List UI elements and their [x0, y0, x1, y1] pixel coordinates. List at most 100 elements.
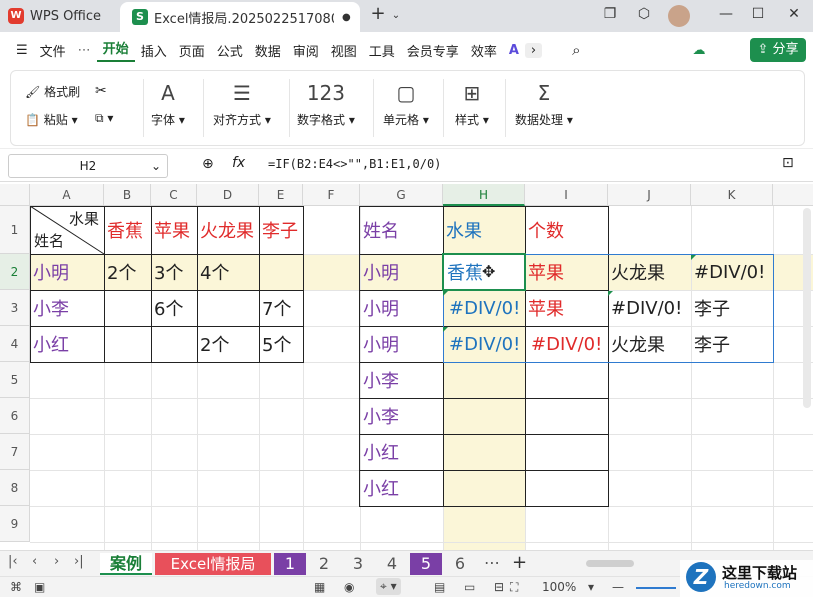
cell-h4[interactable]: #DIV/0! [446, 326, 520, 362]
column-header-g[interactable]: G [360, 184, 443, 206]
search-icon[interactable]: ⌕ [566, 41, 586, 59]
fullscreen-icon[interactable]: ⛶ [510, 580, 518, 595]
cell-a1-name[interactable]: 姓名 [31, 230, 64, 251]
cube-icon[interactable]: ⬡ [634, 6, 654, 22]
cell-k3[interactable]: 李子 [691, 290, 730, 326]
new-tab-icon[interactable]: + [368, 3, 388, 24]
menu-home[interactable]: 开始 [96, 38, 135, 62]
cell-k2[interactable]: #DIV/0! [691, 254, 765, 290]
menu-efficiency[interactable]: 效率 [465, 41, 503, 60]
menu-file[interactable]: 文件 [34, 41, 72, 60]
number-format-button[interactable]: 123 数字格式 ▾ [297, 81, 355, 128]
tab-excel-file[interactable]: S Excel情报局.202502251708001 ● [120, 2, 360, 32]
zoom-dropdown-icon[interactable]: ▾ [588, 580, 594, 594]
row-header-4[interactable]: 4 [0, 326, 30, 362]
cell-g8[interactable]: 小红 [360, 470, 399, 506]
ai-icon[interactable]: A [503, 43, 525, 58]
menu-insert[interactable]: 插入 [135, 41, 173, 60]
menu-view[interactable]: 视图 [325, 41, 363, 60]
cell-e4[interactable]: 5个 [259, 326, 291, 362]
data-processing-button[interactable]: Σ 数据处理 ▾ [515, 81, 573, 128]
cell-i4[interactable]: #DIV/0! [528, 326, 602, 362]
column-header-k[interactable]: K [691, 184, 773, 206]
cell-e3[interactable]: 7个 [259, 290, 291, 326]
cell-g4[interactable]: 小明 [360, 326, 399, 362]
zoom-formula-icon[interactable]: ⊕ [202, 156, 214, 172]
next-sheet-icon[interactable]: › [54, 554, 59, 569]
column-header-d[interactable]: D [197, 184, 259, 206]
page-break-icon[interactable]: ▭ [464, 580, 475, 594]
row-header-9[interactable]: 9 [0, 506, 30, 542]
prev-sheet-icon[interactable]: ‹ [32, 554, 37, 569]
column-header-b[interactable]: B [104, 184, 151, 206]
cell-j3[interactable]: #DIV/0! [608, 290, 682, 326]
sheet-tab-3[interactable]: 3 [342, 553, 374, 575]
menu-tools[interactable]: 工具 [363, 41, 401, 60]
align-button[interactable]: ☰ 对齐方式 ▾ [213, 81, 271, 128]
sheet-tab-2[interactable]: 2 [308, 553, 340, 575]
window-restore-icon[interactable]: ❐ [600, 6, 620, 22]
cell-a4[interactable]: 小红 [30, 326, 69, 362]
sheet-tab-1[interactable]: 1 [274, 553, 306, 575]
column-header-j[interactable]: J [608, 184, 691, 206]
menu-page[interactable]: 页面 [173, 41, 211, 60]
cloud-sync-icon[interactable]: ☁ [687, 43, 712, 58]
cell-a2[interactable]: 小明 [30, 254, 69, 290]
menu-data[interactable]: 数据 [249, 41, 287, 60]
paste-button[interactable]: 📋 粘贴 ▾ [25, 111, 78, 128]
cell-d2[interactable]: 4个 [197, 254, 229, 290]
row-header-6[interactable]: 6 [0, 398, 30, 434]
cell-g2[interactable]: 小明 [360, 254, 399, 290]
cell-i3[interactable]: 苹果 [525, 290, 564, 326]
add-sheet-icon[interactable]: + [512, 552, 527, 573]
more-icon[interactable]: ⋯ [72, 43, 97, 58]
cell-i1[interactable]: 个数 [525, 206, 564, 254]
select-all-corner[interactable] [0, 184, 30, 206]
menu-formula[interactable]: 公式 [211, 41, 249, 60]
horizontal-scrollbar[interactable] [586, 560, 634, 567]
cell-g6[interactable]: 小李 [360, 398, 399, 434]
cell-j2[interactable]: 火龙果 [608, 254, 665, 290]
hamburger-icon[interactable]: ☰ [10, 43, 34, 58]
row-header-7[interactable]: 7 [0, 434, 30, 470]
reading-view-icon[interactable]: ⊟ [494, 580, 504, 594]
focus-mode-icon[interactable]: ⌖ ▾ [376, 578, 401, 595]
cell-a3[interactable]: 小李 [30, 290, 69, 326]
sheet-tab-5[interactable]: 5 [410, 553, 442, 575]
zoom-level[interactable]: 100% [542, 580, 576, 594]
cell-a1-fruit[interactable]: 水果 [66, 208, 99, 229]
more-sheets-icon[interactable]: ⋯ [484, 553, 500, 572]
row-header-1[interactable]: 1 [0, 206, 30, 254]
vertical-scrollbar[interactable] [803, 208, 811, 408]
cell-h3[interactable]: #DIV/0! [446, 290, 520, 326]
cell-b2[interactable]: 2个 [104, 254, 136, 290]
column-header-i[interactable]: I [525, 184, 608, 206]
column-header-h[interactable]: H [443, 184, 525, 206]
minimize-icon[interactable]: — [716, 6, 736, 22]
close-icon[interactable]: ✕ [784, 6, 804, 22]
last-sheet-icon[interactable]: ›| [74, 554, 84, 569]
avatar[interactable] [668, 5, 690, 27]
cell-g3[interactable]: 小明 [360, 290, 399, 326]
cell-h1[interactable]: 水果 [443, 206, 482, 254]
cell-button[interactable]: ▢ 单元格 ▾ [383, 81, 429, 128]
column-header-f[interactable]: F [303, 184, 360, 206]
formula-input[interactable]: =IF(B2:E4<>"",B1:E1,0/0) [268, 157, 441, 171]
function-icon[interactable]: fx [232, 155, 245, 171]
chevron-down-icon[interactable]: ⌄ [386, 10, 406, 21]
cell-e1[interactable]: 李子 [259, 206, 298, 254]
cell-d1[interactable]: 火龙果 [197, 206, 254, 254]
macro-icon[interactable]: ⌘ [10, 580, 22, 594]
sheet-tab-case[interactable]: 案例 [100, 553, 152, 575]
sheet-tab-excel[interactable]: Excel情报局 [155, 553, 271, 575]
menu-member[interactable]: 会员专享 [401, 41, 465, 60]
sheet-tab-4[interactable]: 4 [376, 553, 408, 575]
cell-j4[interactable]: 火龙果 [608, 326, 665, 362]
row-header-8[interactable]: 8 [0, 470, 30, 506]
zoom-slider[interactable] [636, 587, 676, 589]
cell-b1[interactable]: 香蕉 [104, 206, 143, 254]
column-header-a[interactable]: A [30, 184, 104, 206]
cell-c1[interactable]: 苹果 [151, 206, 190, 254]
zoom-out-icon[interactable]: — [612, 580, 624, 594]
scroll-right-icon[interactable]: › [524, 42, 543, 58]
